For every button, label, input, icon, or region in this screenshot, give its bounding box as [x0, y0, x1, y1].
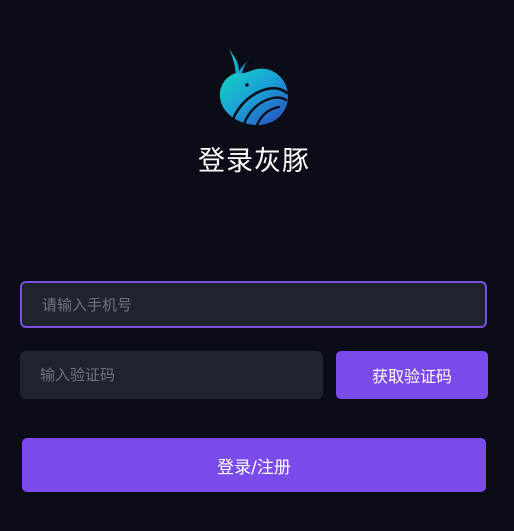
phone-input[interactable] — [20, 281, 487, 328]
app-title: 登录灰豚 — [198, 146, 310, 177]
verification-code-input[interactable] — [20, 351, 323, 399]
login-register-button[interactable]: 登录/注册 — [22, 438, 486, 492]
whale-logo-icon — [217, 45, 291, 129]
get-code-button[interactable]: 获取验证码 — [336, 351, 488, 399]
